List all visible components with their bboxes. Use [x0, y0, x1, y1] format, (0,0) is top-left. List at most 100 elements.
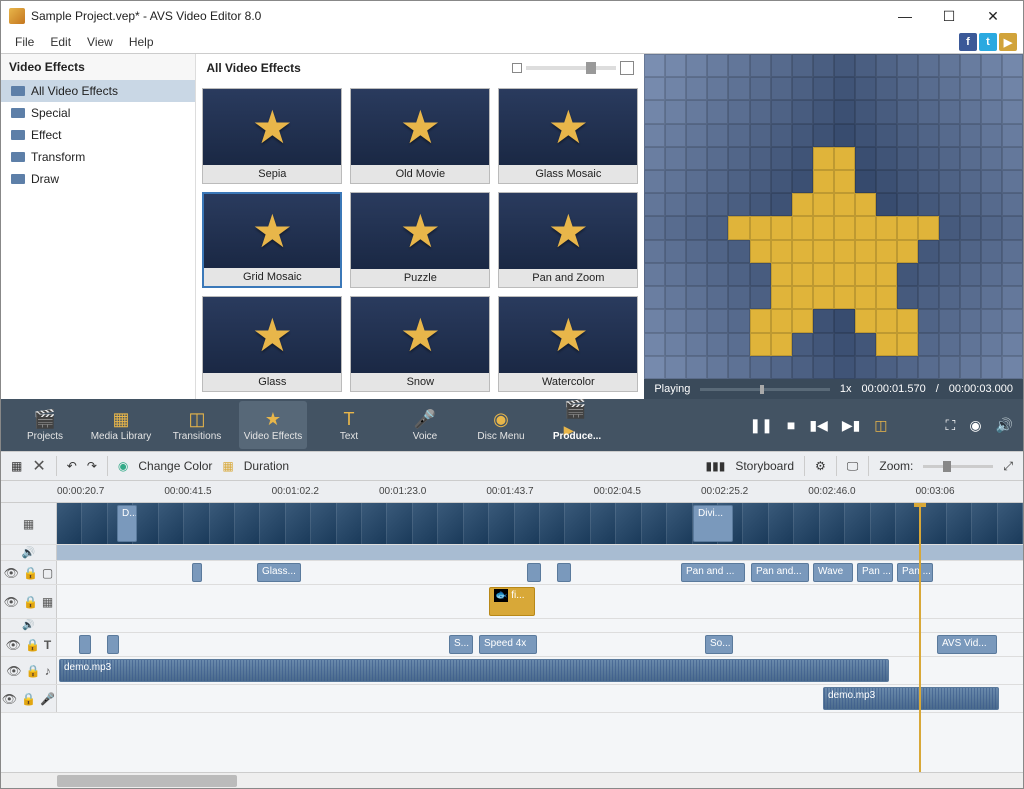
menu-help[interactable]: Help [121, 33, 162, 51]
storyboard-button[interactable]: Storyboard [735, 459, 794, 473]
effect-settings-icon[interactable]: ▦ [11, 459, 22, 473]
delete-button[interactable]: ✕ [32, 456, 45, 476]
audio-track-1[interactable]: 👁🔒♪ demo.mp3 [1, 657, 1023, 685]
text-track[interactable]: 👁🔒T S...Speed 4xSo...AVS Vid... [1, 633, 1023, 657]
effects-track[interactable]: 👁🔒▢ Glass...Pan and ...Pan and...WavePan… [1, 561, 1023, 585]
audio-track-2[interactable]: 👁🔒🎤 demo.mp3 [1, 685, 1023, 713]
mainstrip-label: Disc Menu [477, 431, 524, 442]
effect-snow[interactable]: ★Snow [350, 296, 490, 392]
thumbnail-size-slider[interactable] [512, 61, 634, 75]
audio-clip[interactable]: demo.mp3 [59, 659, 889, 682]
fx-clip[interactable]: Wave [813, 563, 853, 582]
effects-grid[interactable]: ★Sepia★Old Movie★Glass Mosaic ★Grid Mosai… [196, 82, 644, 399]
eye-icon[interactable]: 👁 [2, 692, 17, 706]
video-clip[interactable]: D... [117, 505, 137, 542]
volume-button[interactable]: 🔊 [996, 417, 1013, 434]
effect-glass[interactable]: ★Glass [202, 296, 342, 392]
lock-icon[interactable]: 🔒 [25, 638, 40, 652]
fx-clip[interactable]: Pan and... [751, 563, 809, 582]
effect-pan-and-zoom[interactable]: ★Pan and Zoom [498, 192, 638, 288]
mainstrip-voice[interactable]: 🎤Voice [391, 401, 459, 449]
fx-clip[interactable] [527, 563, 541, 582]
fx-clip[interactable] [192, 563, 202, 582]
eye-icon[interactable]: 👁 [6, 664, 21, 678]
text-clip[interactable]: So... [705, 635, 733, 654]
menu-file[interactable]: File [7, 33, 42, 51]
undo-button[interactable]: ↶ [67, 459, 77, 473]
menu-view[interactable]: View [79, 33, 121, 51]
text-clip[interactable] [79, 635, 91, 654]
playhead[interactable] [919, 503, 921, 772]
lock-icon[interactable]: 🔒 [23, 595, 38, 609]
fx-clip[interactable] [557, 563, 571, 582]
pause-button[interactable]: ❚❚ [749, 417, 772, 434]
fullscreen-button[interactable]: ⛶ [946, 417, 956, 434]
mainstrip-media-library[interactable]: ▦Media Library [87, 401, 155, 449]
overlay-track[interactable]: 👁🔒▦ 🐟 fi... [1, 585, 1023, 619]
mainstrip-transitions[interactable]: ◫Transitions [163, 401, 231, 449]
video-clip[interactable]: Divi... [693, 505, 733, 542]
video-track[interactable]: ▦ D... Divi... [1, 503, 1023, 545]
change-color-button[interactable]: Change Color [138, 459, 212, 473]
stop-button[interactable]: ■ [787, 417, 795, 433]
category-all-video-effects[interactable]: All Video Effects [1, 80, 195, 102]
audio-clip[interactable]: demo.mp3 [823, 687, 999, 710]
text-icon: T [336, 409, 362, 431]
category-special[interactable]: Special [1, 102, 195, 124]
mainstrip-produce-[interactable]: 🎬▸Produce... [543, 401, 611, 449]
maximize-button[interactable]: ☐ [927, 1, 971, 31]
fx-clip[interactable]: Glass... [257, 563, 301, 582]
fx-track-header: 👁🔒▢ [1, 561, 57, 584]
minimize-button[interactable]: — [883, 1, 927, 31]
redo-button[interactable]: ↷ [87, 459, 97, 473]
mainstrip-disc-menu[interactable]: ◉Disc Menu [467, 401, 535, 449]
fx-clip[interactable]: Pan ... [897, 563, 933, 582]
split-button[interactable]: ◫ [874, 417, 887, 434]
eye-icon[interactable]: 👁 [6, 638, 21, 652]
facebook-icon[interactable]: f [959, 33, 977, 51]
duration-button[interactable]: Duration [244, 459, 289, 473]
effect-grid-mosaic[interactable]: ★Grid Mosaic [202, 192, 342, 288]
text-clip[interactable]: S... [449, 635, 473, 654]
eye-icon[interactable]: 👁 [4, 566, 19, 580]
category-transform[interactable]: Transform [1, 146, 195, 168]
effect-watercolor[interactable]: ★Watercolor [498, 296, 638, 392]
overlay-clip[interactable]: 🐟 fi... [489, 587, 535, 616]
display-icon[interactable]: 🖵 [847, 459, 859, 474]
text-clip[interactable] [107, 635, 119, 654]
effect-old-movie[interactable]: ★Old Movie [350, 88, 490, 184]
effect-puzzle[interactable]: ★Puzzle [350, 192, 490, 288]
mainstrip-projects[interactable]: 🎬Projects [11, 401, 79, 449]
close-button[interactable]: ✕ [971, 1, 1015, 31]
effect-sepia[interactable]: ★Sepia [202, 88, 342, 184]
effect-glass-mosaic[interactable]: ★Glass Mosaic [498, 88, 638, 184]
lock-icon[interactable]: 🔒 [21, 692, 36, 706]
fit-zoom-button[interactable]: ⤢ [1003, 459, 1013, 474]
mainstrip-text[interactable]: TText [315, 401, 383, 449]
overlay-audio-track[interactable]: 🔊 [1, 619, 1023, 633]
lock-icon[interactable]: 🔒 [23, 566, 38, 580]
mainstrip-video-effects[interactable]: ★Video Effects [239, 401, 307, 449]
prev-frame-button[interactable]: ▮◀ [809, 417, 827, 434]
text-clip[interactable]: AVS Vid... [937, 635, 997, 654]
youtube-icon[interactable]: ▶ [999, 33, 1017, 51]
category-effect[interactable]: Effect [1, 124, 195, 146]
category-draw[interactable]: Draw [1, 168, 195, 190]
zoom-slider[interactable] [923, 465, 993, 468]
fx-clip[interactable]: Pan ... [857, 563, 893, 582]
text-clip[interactable]: Speed 4x [479, 635, 537, 654]
twitter-icon[interactable]: t [979, 33, 997, 51]
video-audio-track[interactable]: 🔊 [1, 545, 1023, 561]
next-frame-button[interactable]: ▶▮ [842, 417, 860, 434]
snapshot-button[interactable]: ◉ [969, 417, 981, 434]
app-icon [9, 8, 25, 24]
volume-mixer-icon[interactable]: ⚙ [815, 459, 826, 473]
overlay-track-header: 👁🔒▦ [1, 585, 57, 618]
eye-icon[interactable]: 👁 [4, 595, 19, 609]
fx-clip[interactable]: Pan and ... [681, 563, 745, 582]
horizontal-scrollbar[interactable] [1, 772, 1023, 788]
menu-edit[interactable]: Edit [42, 33, 79, 51]
preview-seek-slider[interactable] [700, 388, 829, 391]
lock-icon[interactable]: 🔒 [26, 664, 41, 678]
timeline-ruler[interactable]: 00:00:20.700:00:41.500:01:02.200:01:23.0… [1, 481, 1023, 503]
